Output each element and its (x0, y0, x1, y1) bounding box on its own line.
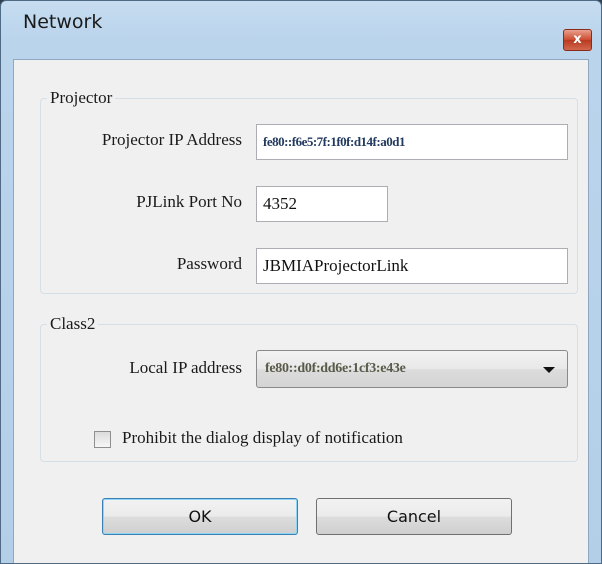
local-ip-selected-value: fe80::d0f:dd6e:1cf3:e43e (265, 361, 406, 376)
password-label: Password (176, 254, 242, 273)
close-button[interactable]: x (563, 29, 592, 51)
network-dialog: Network x Projector Projector IP Address… (0, 0, 602, 564)
class2-group-legend: Class2 (50, 314, 96, 333)
close-icon: x (573, 32, 582, 47)
pjlink-port-input[interactable]: 4352 (256, 186, 388, 222)
pjlink-port-label: PJLink Port No (136, 192, 242, 211)
password-input[interactable]: JBMIAProjectorLink (256, 248, 568, 284)
chevron-down-icon[interactable] (543, 367, 555, 373)
local-ip-dropdown[interactable]: fe80::d0f:dd6e:1cf3:e43e (256, 350, 568, 388)
dialog-client-area: Projector Projector IP Address fe80::f6e… (13, 59, 589, 563)
ok-button[interactable]: OK (102, 498, 298, 535)
prohibit-notification-label[interactable]: Prohibit the dialog display of notificat… (122, 428, 403, 448)
local-ip-label: Local IP address (129, 358, 242, 377)
title-bar[interactable]: Network x (1, 1, 601, 53)
cancel-button[interactable]: Cancel (316, 498, 512, 535)
projector-ip-input[interactable]: fe80::f6e5:7f:1f0f:d14f:a0d1 (256, 124, 568, 160)
projector-ip-label: Projector IP Address (101, 130, 242, 149)
window-title: Network (23, 11, 103, 33)
projector-group-legend: Projector (50, 88, 113, 107)
prohibit-notification-checkbox[interactable] (94, 431, 111, 448)
